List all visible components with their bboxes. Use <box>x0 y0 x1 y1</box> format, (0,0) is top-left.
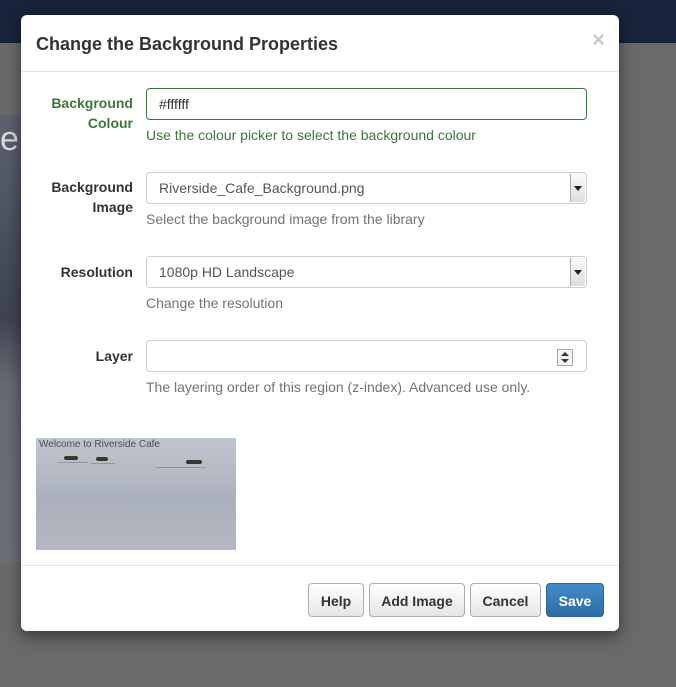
goose-shape <box>64 456 78 460</box>
background-colour-label: Background Colour <box>51 95 133 131</box>
water-ripple <box>156 467 206 468</box>
water-ripple <box>58 462 88 463</box>
chevron-down-icon[interactable] <box>570 258 585 286</box>
background-colour-input[interactable] <box>146 88 587 120</box>
modal-title: Change the Background Properties <box>36 34 339 54</box>
modal-footer: Help Add Image Cancel Save <box>21 565 619 632</box>
water-ripple <box>91 463 115 464</box>
background-slide-text: e <box>0 120 19 158</box>
layer-label: Layer <box>95 348 133 364</box>
layer-number-input[interactable] <box>146 340 587 372</box>
cancel-button[interactable]: Cancel <box>470 583 541 617</box>
resolution-selected: 1080p HD Landscape <box>159 264 295 280</box>
background-image-select[interactable]: Riverside_Cafe_Background.png <box>146 172 587 204</box>
chevron-down-icon[interactable] <box>570 174 585 202</box>
save-button[interactable]: Save <box>546 583 604 617</box>
spinner-down-icon[interactable] <box>561 359 569 363</box>
background-colour-help: Use the colour picker to select the back… <box>146 127 476 143</box>
resolution-select[interactable]: 1080p HD Landscape <box>146 256 587 288</box>
close-icon[interactable]: × <box>592 29 605 51</box>
background-image-preview: Welcome to Riverside Cafe <box>36 438 236 550</box>
layer-help: The layering order of this region (z-ind… <box>146 379 531 395</box>
background-image-selected: Riverside_Cafe_Background.png <box>159 180 365 196</box>
background-properties-dialog: Change the Background Properties × Backg… <box>21 15 619 631</box>
goose-shape <box>186 460 202 464</box>
help-button[interactable]: Help <box>308 583 364 617</box>
resolution-label: Resolution <box>60 264 133 280</box>
number-spinner-icon[interactable] <box>557 349 573 366</box>
spinner-up-icon[interactable] <box>561 352 569 356</box>
resolution-help: Change the resolution <box>146 295 283 311</box>
add-image-button[interactable]: Add Image <box>369 583 465 617</box>
modal-header: Change the Background Properties × <box>21 15 619 72</box>
background-slide-preview <box>0 115 22 563</box>
background-image-label: Background Image <box>51 179 133 215</box>
goose-shape <box>96 457 108 461</box>
preview-caption: Welcome to Riverside Cafe <box>39 439 160 450</box>
background-image-help: Select the background image from the lib… <box>146 211 425 227</box>
